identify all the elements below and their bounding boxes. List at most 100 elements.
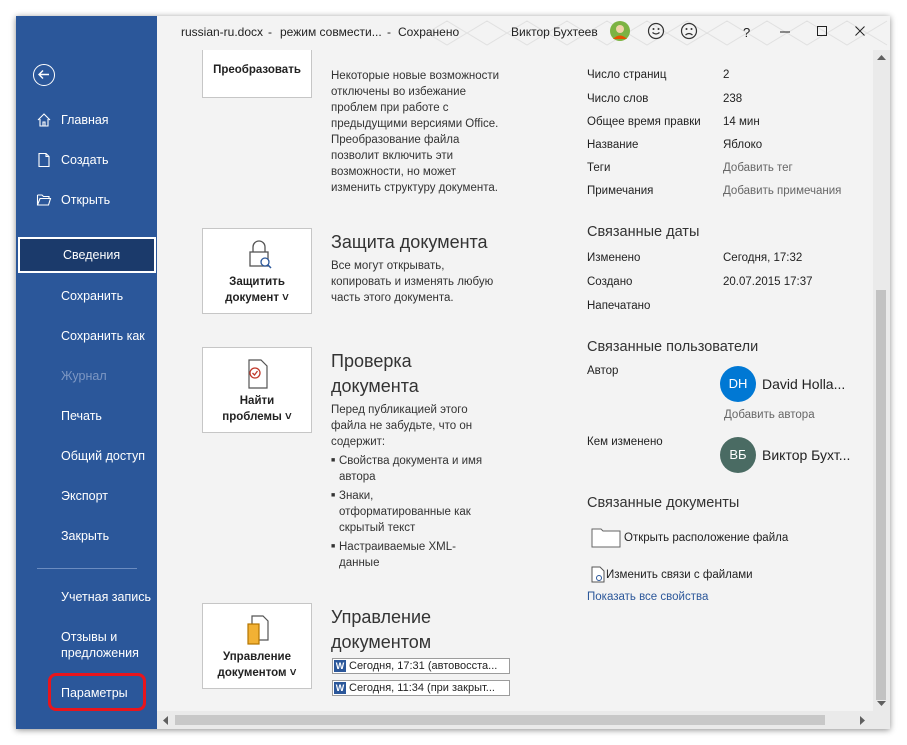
scroll-right-icon[interactable] xyxy=(859,716,866,725)
nav-home-label: Главная xyxy=(61,113,109,127)
convert-line: предыдущими версиями Office. xyxy=(331,118,499,130)
nav-home[interactable]: Главная xyxy=(16,102,157,138)
printed-label: Напечатано xyxy=(587,300,651,312)
prop-tags-input[interactable]: Добавить тег xyxy=(723,162,793,174)
author-avatar[interactable]: DH xyxy=(720,366,756,402)
nav-new[interactable]: Создать xyxy=(16,142,157,178)
horizontal-scroll-thumb[interactable] xyxy=(175,715,825,725)
nav-info[interactable]: Сведения xyxy=(18,237,156,273)
check-issues-button[interactable]: Найти проблемы ˅ xyxy=(202,347,312,433)
related-dates-title: Связанные даты xyxy=(587,224,700,240)
help-icon[interactable]: ? xyxy=(743,25,750,40)
last-modified-by-label: Кем изменено xyxy=(587,436,663,448)
smile-feedback-icon[interactable] xyxy=(647,22,665,40)
open-file-location-link[interactable]: Открыть расположение файла xyxy=(624,532,788,544)
info-content: Преобразовать Некоторые новые возможност… xyxy=(157,50,873,711)
horizontal-scrollbar[interactable] xyxy=(157,711,873,729)
inspect-bullet: Свойства документа и имя автора xyxy=(331,453,509,485)
word-file-icon: W xyxy=(334,682,346,694)
nav-feedback-label: Отзывы и предложения xyxy=(61,630,139,660)
protect-document-button[interactable]: Защитить документ ˅ xyxy=(202,228,312,314)
convert-line: Преобразование файла xyxy=(331,134,460,146)
save-status: Сохранено xyxy=(398,25,460,39)
back-arrow-icon[interactable] xyxy=(33,64,55,86)
scroll-left-icon[interactable] xyxy=(162,716,169,725)
prop-pages-value: 2 xyxy=(723,69,730,81)
modifier-name[interactable]: Виктор Бухт... xyxy=(762,447,850,463)
nav-open[interactable]: Открыть xyxy=(16,182,157,218)
convert-line: Некоторые новые возможности xyxy=(331,70,500,82)
nav-print[interactable]: Печать xyxy=(16,398,157,434)
nav-save[interactable]: Сохранить xyxy=(16,278,157,314)
bullet-line: скрытый текст xyxy=(339,522,416,534)
nav-open-label: Открыть xyxy=(61,193,111,207)
word-window: Главная Создать Открыть Сведения Сохрани… xyxy=(16,16,890,729)
add-author-link[interactable]: Добавить автора xyxy=(724,409,815,421)
modifier-avatar[interactable]: ВБ xyxy=(720,437,756,473)
manage-label-1: Управление xyxy=(223,651,291,663)
version-row[interactable]: W Сегодня, 17:31 (автовосста... xyxy=(332,658,510,674)
open-folder-icon xyxy=(36,194,52,206)
nav-close[interactable]: Закрыть xyxy=(16,518,157,554)
vertical-scroll-thumb[interactable] xyxy=(876,290,886,700)
created-label: Создано xyxy=(587,276,633,288)
compatibility-mode-label: режим совмести... xyxy=(280,25,382,39)
nav-feedback[interactable]: Отзывы и предложения xyxy=(16,625,157,665)
inspect-line: файла не забудьте, что он xyxy=(331,420,473,432)
scroll-down-icon[interactable] xyxy=(877,700,886,707)
nav-save-as-label: Сохранить как xyxy=(61,329,145,343)
convert-line: отключены во избежание xyxy=(331,86,466,98)
signed-in-user[interactable]: Виктор Бухтеев xyxy=(511,25,598,39)
nav-account[interactable]: Учетная запись xyxy=(16,579,157,615)
scroll-up-icon[interactable] xyxy=(877,54,886,61)
frown-feedback-icon[interactable] xyxy=(680,22,698,40)
convert-line: позволит включить эти xyxy=(331,150,454,162)
prop-words-label: Число слов xyxy=(587,93,649,105)
protect-label-1: Защитить xyxy=(229,276,285,288)
version-row[interactable]: W Сегодня, 11:34 (при закрыт... xyxy=(332,680,510,696)
manage-document-button[interactable]: Управление документом ˅ xyxy=(202,603,312,689)
home-icon xyxy=(37,113,51,127)
author-name[interactable]: David Holla... xyxy=(762,376,845,392)
modified-value: Сегодня, 17:32 xyxy=(723,252,803,264)
prop-title-label: Название xyxy=(587,139,639,151)
nav-info-label: Сведения xyxy=(63,248,121,262)
version-label: Сегодня, 11:34 (при закрыт... xyxy=(349,682,495,694)
prop-edit-time-label: Общее время правки xyxy=(587,116,701,128)
nav-save-label: Сохранить xyxy=(61,289,124,303)
prop-comments-input[interactable]: Добавить примечания xyxy=(723,185,841,197)
modified-label: Изменено xyxy=(587,252,641,264)
nav-save-as[interactable]: Сохранить как xyxy=(16,318,157,354)
user-avatar-icon[interactable] xyxy=(609,20,631,42)
protect-line: Все могут открывать, xyxy=(331,260,445,272)
title-separator-2: - xyxy=(387,25,391,39)
nav-share[interactable]: Общий доступ xyxy=(16,438,157,474)
show-all-properties-link[interactable]: Показать все свойства xyxy=(587,591,708,603)
prop-pages-label: Число страниц xyxy=(587,69,667,81)
edit-file-links-link[interactable]: Изменить связи с файлами xyxy=(606,569,753,581)
minimize-icon[interactable] xyxy=(776,22,794,40)
scrollbar-corner xyxy=(873,711,890,729)
prop-title-value[interactable]: Яблоко xyxy=(723,139,762,151)
nav-export[interactable]: Экспорт xyxy=(16,478,157,514)
maximize-icon[interactable] xyxy=(813,22,831,40)
manage-title: Управление документом xyxy=(331,605,431,655)
options-highlight-annotation xyxy=(48,673,146,711)
protect-line: копировать и изменять любую xyxy=(331,276,494,288)
close-window-icon[interactable] xyxy=(851,22,869,40)
convert-line: изменить структуру документа. xyxy=(331,182,498,194)
title-bar: russian-ru.docx - режим совмести... - Со… xyxy=(157,16,890,50)
convert-button[interactable]: Преобразовать xyxy=(202,50,312,98)
convert-description: Некоторые новые возможности отключены во… xyxy=(331,68,499,196)
inspect-title: Проверка документа xyxy=(331,349,419,399)
inspect-label-2: проблемы ˅ xyxy=(222,411,292,423)
nav-share-label: Общий доступ xyxy=(61,449,145,463)
version-label: Сегодня, 17:31 (автовосста... xyxy=(349,660,498,672)
new-document-icon xyxy=(38,152,50,168)
nav-account-label: Учетная запись xyxy=(61,590,152,604)
protect-label-2: документ ˅ xyxy=(225,292,289,304)
related-people-title: Связанные пользователи xyxy=(587,339,759,355)
bullet-line: Свойства документа и имя xyxy=(339,455,483,467)
vertical-scrollbar[interactable] xyxy=(873,50,890,711)
word-file-icon: W xyxy=(334,660,346,672)
